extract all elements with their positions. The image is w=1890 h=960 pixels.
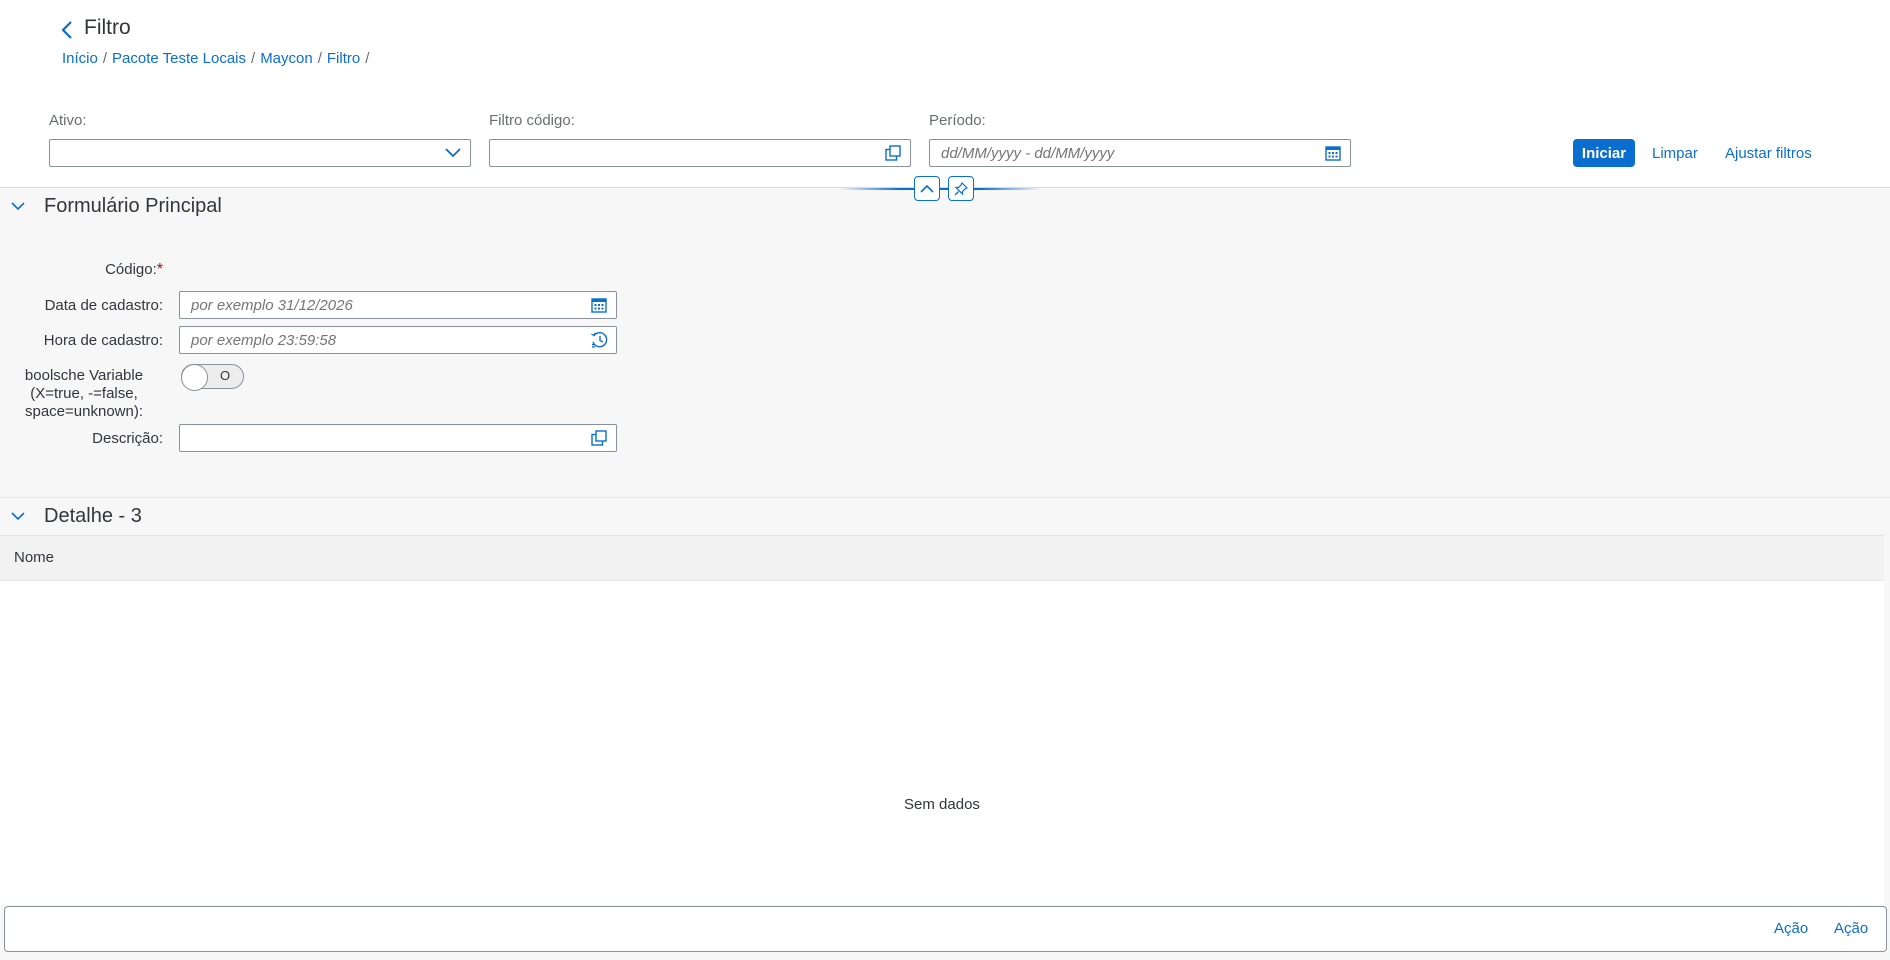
footer-toolbar: Ação Ação — [4, 906, 1887, 952]
hora-cadastro-placeholder: por exemplo 23:59:58 — [191, 331, 337, 349]
breadcrumb-link-filtro[interactable]: Filtro — [327, 50, 360, 67]
periodo-calendar-button[interactable] — [1316, 140, 1350, 166]
ajustar-filtros-button[interactable]: Ajustar filtros — [1725, 139, 1812, 167]
value-help-icon — [885, 145, 901, 161]
time-icon — [591, 331, 608, 348]
boolean-label-line: (X=true, -=false, — [30, 385, 138, 402]
hora-cadastro-label: Hora de cadastro: — [43, 332, 163, 349]
data-cadastro-input[interactable]: por exemplo 31/12/2026 — [179, 291, 617, 319]
iniciar-button[interactable]: Iniciar — [1573, 139, 1635, 167]
filtro-codigo-value-help[interactable] — [876, 140, 910, 166]
boolean-label-line: boolsche Variable — [24, 367, 144, 384]
breadcrumb-separator: / — [251, 50, 256, 67]
data-cadastro-placeholder: por exemplo 31/12/2026 — [191, 296, 353, 314]
detail-title: Detalhe - 3 — [44, 504, 142, 527]
column-header-nome[interactable]: Nome — [14, 549, 54, 566]
table-header-row: Nome — [0, 535, 1884, 581]
filtro-codigo-input[interactable] — [489, 139, 911, 167]
data-cadastro-calendar-button[interactable] — [582, 292, 616, 318]
breadcrumb-separator: / — [365, 50, 370, 67]
boolean-label-line: space=unknown): — [25, 403, 143, 420]
codigo-label: Código:* — [0, 261, 163, 279]
detail-table: Nome Sem dados — [0, 535, 1884, 905]
descricao-input[interactable] — [179, 424, 617, 452]
main-form-header: Formulário Principal — [0, 188, 1890, 224]
descricao-value-help[interactable] — [582, 425, 616, 451]
limpar-button[interactable]: Limpar — [1652, 139, 1698, 167]
chevron-down-icon — [11, 511, 25, 520]
footer-action-button[interactable]: Ação — [1834, 920, 1868, 937]
periodo-input[interactable]: dd/MM/yyyy - dd/MM/yyyy — [929, 139, 1351, 167]
switch-state-text: O — [220, 368, 231, 383]
hora-cadastro-input[interactable]: por exemplo 23:59:58 — [179, 326, 617, 354]
descricao-label: Descrição: — [92, 430, 163, 447]
value-help-icon — [591, 430, 607, 446]
periodo-placeholder: dd/MM/yyyy - dd/MM/yyyy — [941, 144, 1115, 162]
filtro-codigo-label: Filtro código: — [489, 112, 575, 129]
page-header: Filtro Início / Pacote Teste Locais / Maycon… — [0, 0, 1890, 188]
data-cadastro-label: Data de cadastro: — [44, 297, 163, 314]
breadcrumb-link-maycon[interactable]: Maycon — [260, 50, 313, 67]
periodo-label: Período: — [929, 112, 986, 129]
detail-header: Detalhe - 3 — [0, 498, 1890, 534]
hora-cadastro-time-button[interactable] — [582, 327, 616, 353]
required-indicator: * — [156, 261, 163, 278]
ativo-dropdown-button[interactable] — [436, 140, 470, 166]
boolean-variable-switch[interactable]: O — [181, 364, 244, 391]
codigo-label-text: Código: — [105, 261, 157, 278]
detail-collapse-button[interactable] — [0, 498, 36, 534]
breadcrumb-separator: / — [317, 50, 322, 67]
footer-action-button[interactable]: Ação — [1774, 920, 1808, 937]
no-data-text: Sem dados — [904, 796, 980, 813]
boolean-variable-label: boolsche Variable (X=true, -=false, spac… — [9, 367, 159, 421]
chevron-down-icon — [445, 148, 461, 158]
calendar-icon — [591, 298, 607, 313]
calendar-icon — [1325, 146, 1341, 161]
switch-knob — [181, 364, 208, 391]
